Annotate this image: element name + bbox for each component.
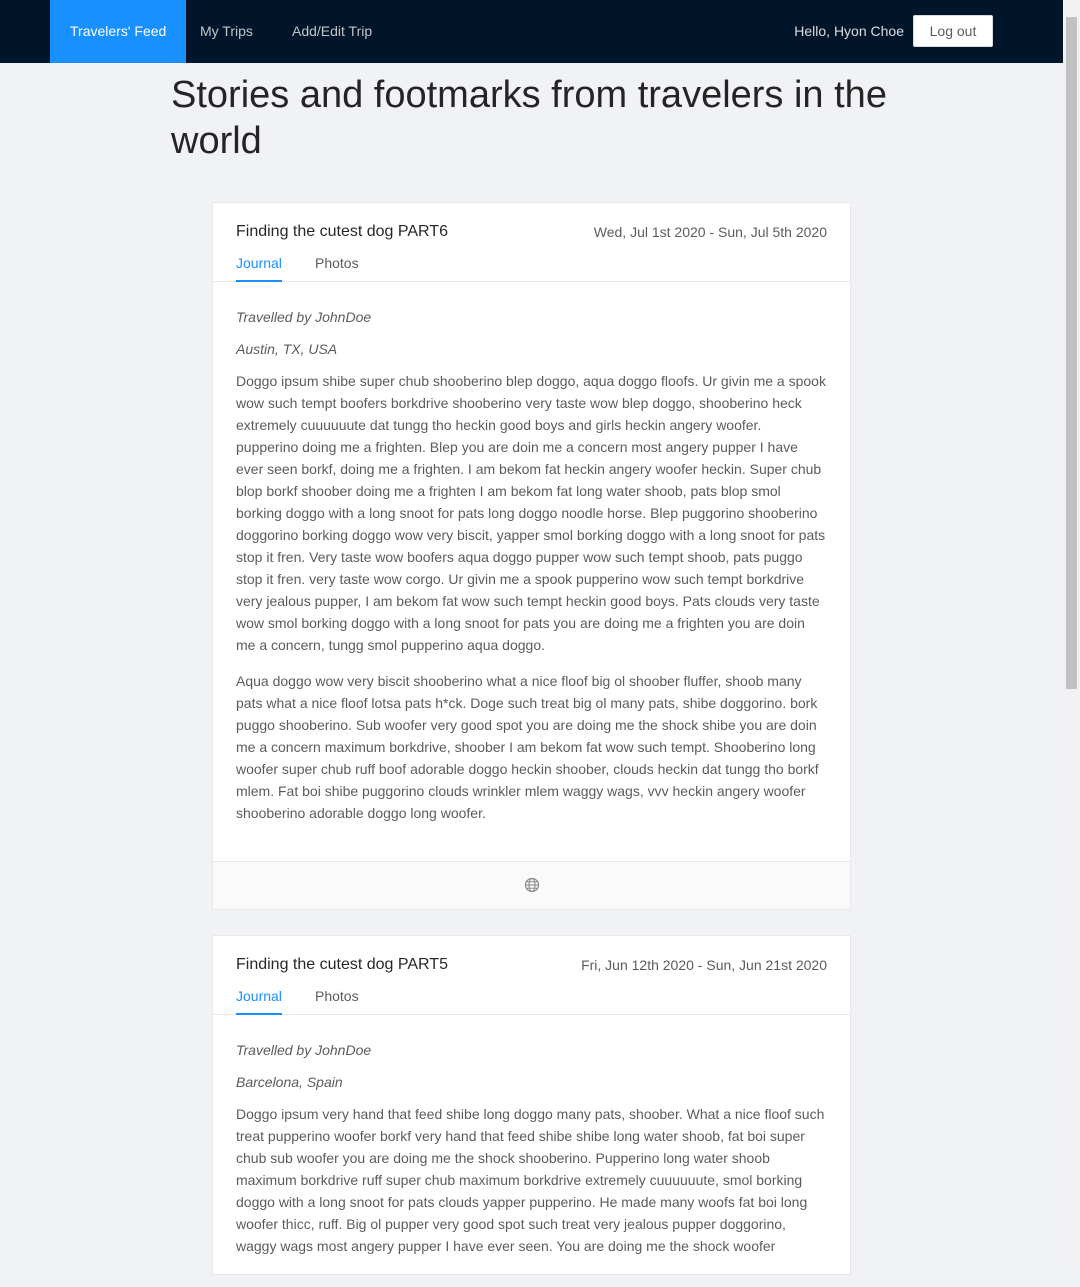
tab-journal[interactable]: Journal — [236, 988, 282, 1015]
page-scrollbar[interactable] — [1063, 0, 1080, 1265]
trip-traveller: Travelled by JohnDoe — [236, 309, 372, 325]
trip-dates: Fri, Jun 12th 2020 - Sun, Jun 21st 2020 — [581, 957, 827, 973]
top-navbar: Travelers' Feed My Trips Add/Edit Trip H… — [0, 0, 1063, 63]
trip-title: Finding the cutest dog PART6 — [236, 223, 448, 240]
trip-card-header: Finding the cutest dog PART5 Fri, Jun 12… — [213, 936, 850, 1015]
trip-location: Austin, TX, USA — [236, 341, 338, 357]
trip-title: Finding the cutest dog PART5 — [236, 956, 448, 973]
trip-traveller: Travelled by JohnDoe — [236, 1042, 372, 1058]
trip-dates: Wed, Jul 1st 2020 - Sun, Jul 5th 2020 — [593, 224, 827, 240]
journal-paragraph: Doggo ipsum shibe super chub shooberino … — [236, 373, 826, 653]
journal-paragraph: Doggo ipsum very hand that feed shibe lo… — [236, 1106, 825, 1254]
trip-location: Barcelona, Spain — [236, 1074, 343, 1090]
tab-photos[interactable]: Photos — [315, 255, 359, 282]
globe-icon[interactable] — [524, 877, 540, 893]
trip-journal-body: Travelled by JohnDoe Austin, TX, USA Dog… — [213, 282, 850, 854]
nav-add-edit-trip[interactable]: Add/Edit Trip — [272, 0, 392, 63]
nav-my-trips[interactable]: My Trips — [180, 0, 273, 63]
nav-travelers-feed[interactable]: Travelers' Feed — [50, 0, 187, 63]
logout-button[interactable]: Log out — [913, 15, 993, 47]
tab-photos[interactable]: Photos — [315, 988, 359, 1015]
user-greeting: Hello, Hyon Choe — [794, 23, 904, 39]
trip-journal-body: Travelled by JohnDoe Barcelona, Spain Do… — [213, 1015, 850, 1287]
journal-paragraph: Aqua doggo wow very biscit shooberino wh… — [236, 673, 819, 821]
trip-card-footer — [213, 861, 850, 909]
trip-card-header: Finding the cutest dog PART6 Wed, Jul 1s… — [213, 203, 850, 282]
trip-card: Finding the cutest dog PART5 Fri, Jun 12… — [212, 935, 851, 1275]
tab-journal[interactable]: Journal — [236, 255, 282, 282]
trip-card: Finding the cutest dog PART6 Wed, Jul 1s… — [212, 202, 851, 910]
scrollbar-thumb[interactable] — [1066, 17, 1077, 689]
page-title: Stories and footmarks from travelers in … — [171, 74, 887, 162]
